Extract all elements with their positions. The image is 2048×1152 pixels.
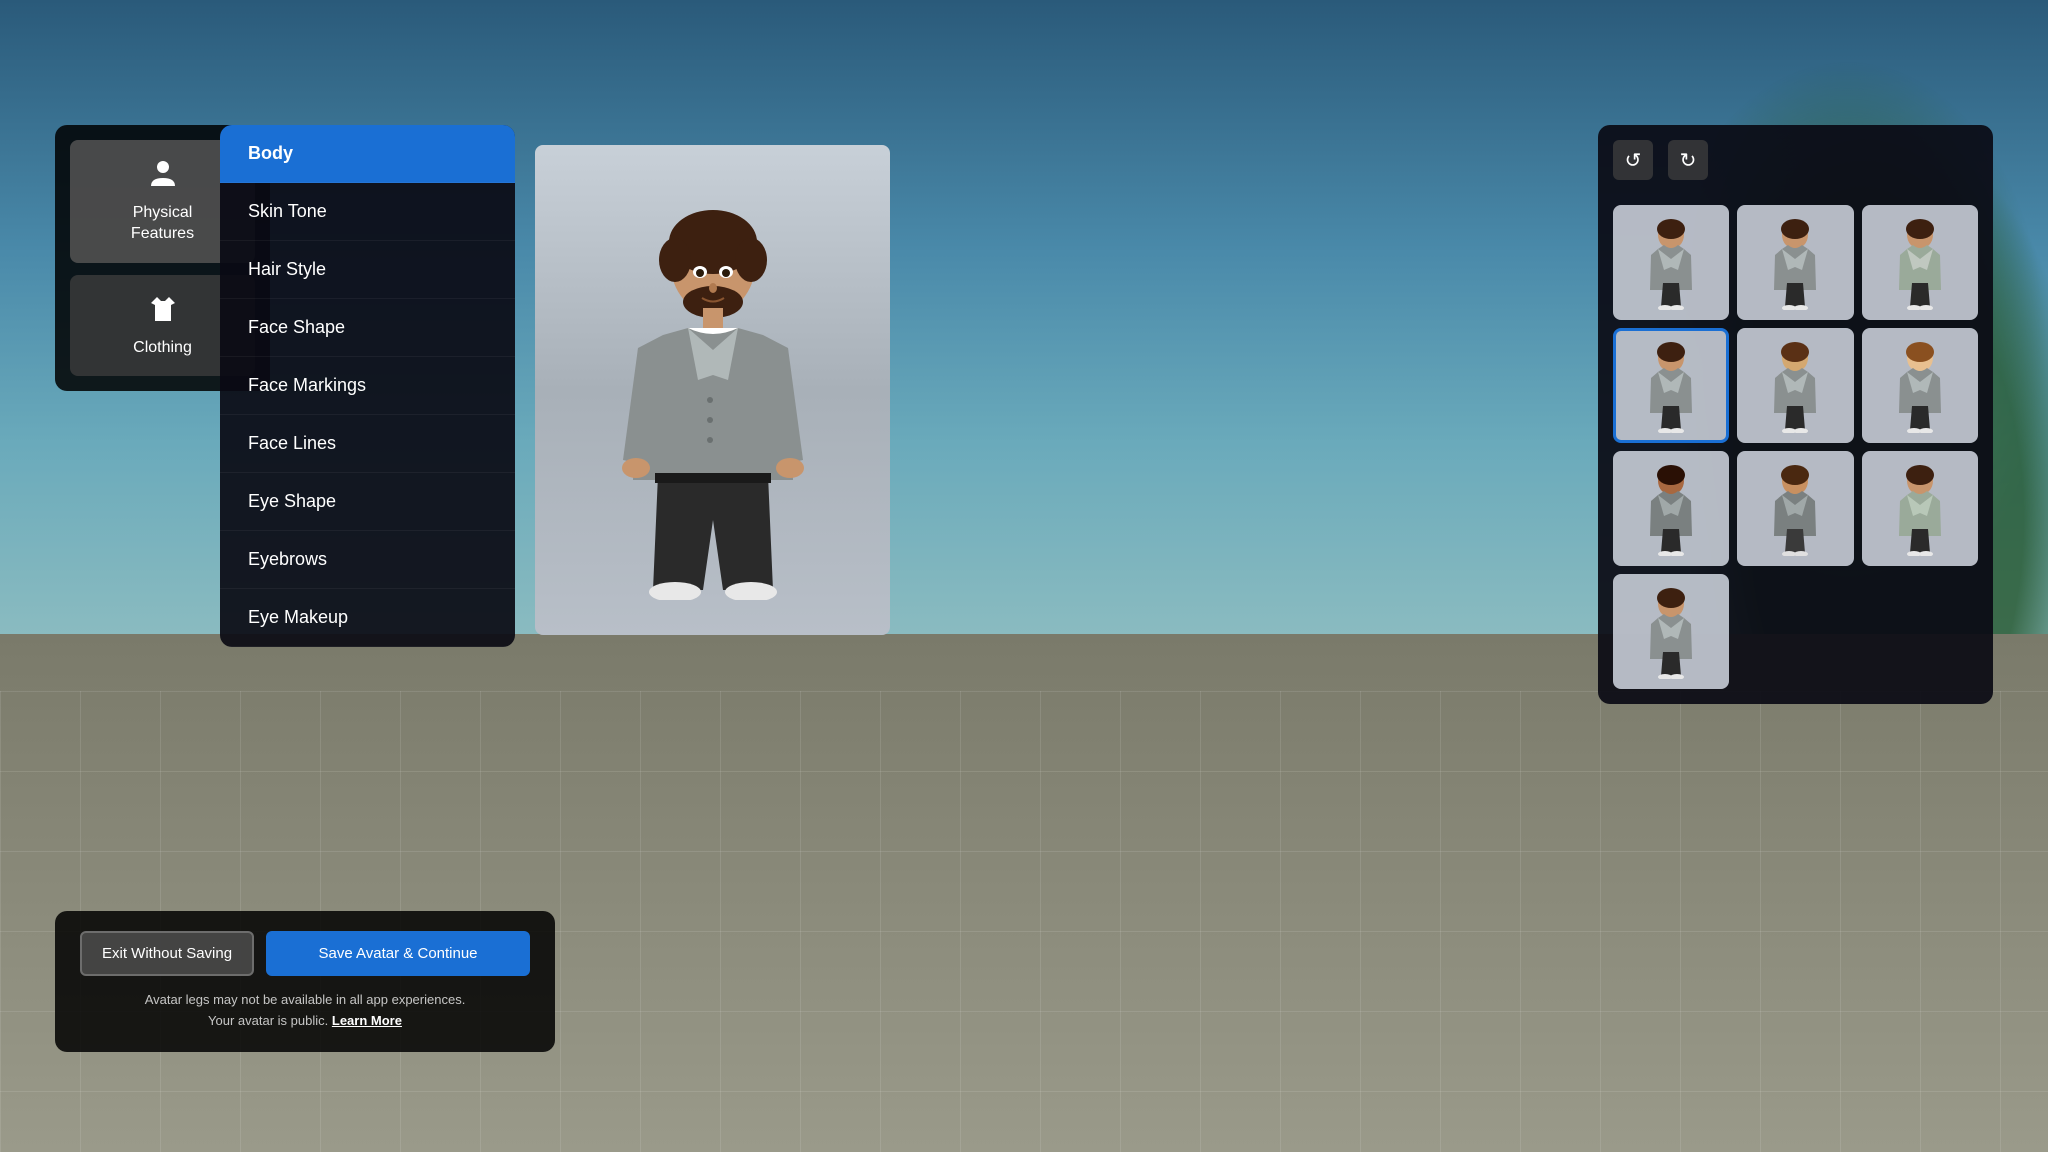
avatar-thumbnail-3 bbox=[1885, 215, 1955, 310]
avatar-thumbnail-7 bbox=[1636, 461, 1706, 556]
avatar-thumbnail-8 bbox=[1760, 461, 1830, 556]
avatar-option-6[interactable] bbox=[1862, 328, 1978, 443]
avatar-thumbnail-9 bbox=[1885, 461, 1955, 556]
clothing-icon bbox=[147, 293, 179, 330]
avatar-options-panel: ↺ ↻ bbox=[1598, 125, 1993, 704]
avatar-thumbnail-5 bbox=[1760, 338, 1830, 433]
menu-item-face-shape[interactable]: Face Shape bbox=[220, 299, 515, 357]
notice-text: Avatar legs may not be available in all … bbox=[80, 990, 530, 1032]
exit-button[interactable]: Exit Without Saving bbox=[80, 931, 254, 976]
clothing-label: Clothing bbox=[133, 338, 192, 359]
bottom-controls: Exit Without Saving Save Avatar & Contin… bbox=[55, 911, 555, 1052]
avatar-option-3[interactable] bbox=[1862, 205, 1978, 320]
avatar-thumbnail-10 bbox=[1636, 584, 1706, 679]
options-menu: Body Skin Tone Hair Style Face Shape Fac… bbox=[220, 125, 515, 647]
avatar-display bbox=[535, 145, 890, 635]
undo-redo-controls: ↺ ↻ bbox=[1613, 140, 1978, 190]
menu-item-eyebrows[interactable]: Eyebrows bbox=[220, 531, 515, 589]
menu-item-eye-makeup[interactable]: Eye Makeup bbox=[220, 589, 515, 647]
learn-more-link[interactable]: Learn More bbox=[332, 1013, 402, 1028]
undo-button[interactable]: ↺ bbox=[1613, 140, 1653, 180]
avatar-svg bbox=[603, 180, 823, 600]
avatar-option-1[interactable] bbox=[1613, 205, 1729, 320]
menu-item-body[interactable]: Body bbox=[220, 125, 515, 183]
redo-button[interactable]: ↻ bbox=[1668, 140, 1708, 180]
physical-features-icon bbox=[147, 158, 179, 195]
avatar-thumbnail-4 bbox=[1636, 338, 1706, 433]
physical-features-label: Physical Features bbox=[131, 203, 194, 245]
avatar-thumbnail-1 bbox=[1636, 215, 1706, 310]
avatar-option-8[interactable] bbox=[1737, 451, 1853, 566]
avatar-option-7[interactable] bbox=[1613, 451, 1729, 566]
avatar-option-9[interactable] bbox=[1862, 451, 1978, 566]
menu-item-hair-style[interactable]: Hair Style bbox=[220, 241, 515, 299]
avatar-grid bbox=[1613, 205, 1978, 689]
avatar-option-5[interactable] bbox=[1737, 328, 1853, 443]
action-buttons: Exit Without Saving Save Avatar & Contin… bbox=[80, 931, 530, 976]
menu-item-eye-shape[interactable]: Eye Shape bbox=[220, 473, 515, 531]
menu-item-face-lines[interactable]: Face Lines bbox=[220, 415, 515, 473]
avatar-preview bbox=[535, 145, 890, 635]
avatar-option-4[interactable] bbox=[1613, 328, 1729, 443]
avatar-option-2[interactable] bbox=[1737, 205, 1853, 320]
avatar-thumbnail-6 bbox=[1885, 338, 1955, 433]
menu-item-face-markings[interactable]: Face Markings bbox=[220, 357, 515, 415]
avatar-option-10[interactable] bbox=[1613, 574, 1729, 689]
save-button[interactable]: Save Avatar & Continue bbox=[266, 931, 530, 976]
avatar-thumbnail-2 bbox=[1760, 215, 1830, 310]
menu-item-skin-tone[interactable]: Skin Tone bbox=[220, 183, 515, 241]
